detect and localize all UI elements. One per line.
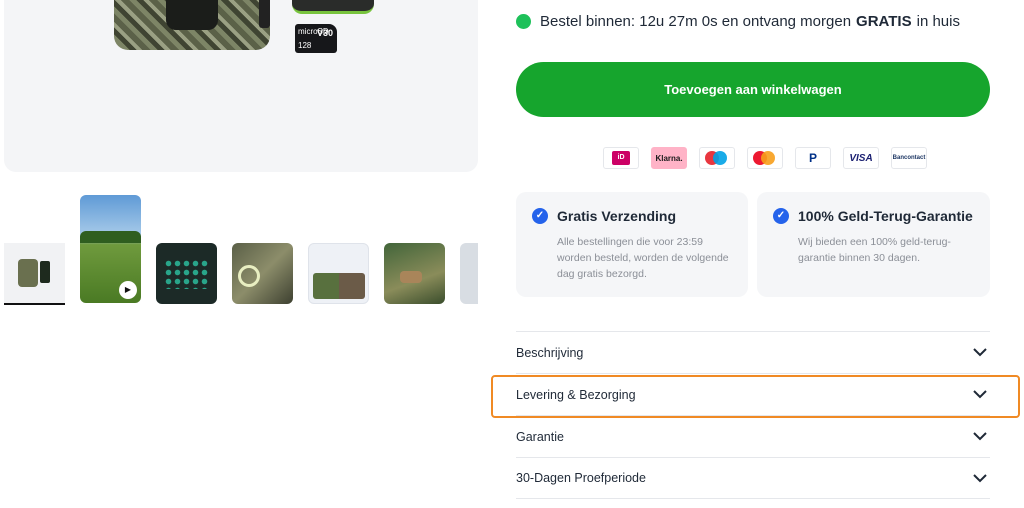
usp-text: Alle bestellingen die voor 23:59 worden …: [557, 236, 729, 280]
accordion-label: Garantie: [516, 429, 564, 444]
delivery-text-end: in huis: [916, 12, 960, 30]
thumbnail-7[interactable]: [460, 243, 478, 304]
thumbnail-1-selected[interactable]: [4, 243, 65, 305]
maestro-icon: [699, 147, 735, 169]
accordion-label: Levering & Bezorging: [516, 387, 636, 402]
paypal-icon: P: [795, 147, 831, 169]
product-main-image[interactable]: microSD V30 128: [4, 0, 478, 172]
photo-grid: [313, 273, 365, 299]
ring-graphic: [238, 265, 260, 287]
camera-side: [259, 0, 270, 28]
product-info-accordion: Beschrijving Levering & Bezorging Garant…: [516, 331, 990, 499]
accordion-label: 30-Dagen Proefperiode: [516, 471, 646, 485]
bancontact-icon: Bancontact: [891, 147, 927, 169]
thumbnail-3[interactable]: [156, 243, 217, 304]
check-circle-icon: ✓: [532, 208, 548, 224]
check-circle-icon: ✓: [773, 208, 789, 224]
sd-card-image: microSD V30 128: [295, 24, 337, 53]
phone-image: [292, 0, 374, 14]
accordion-delivery[interactable]: Levering & Bezorging: [516, 373, 990, 415]
accordion-trial-period[interactable]: 30-Dagen Proefperiode: [516, 457, 990, 499]
chevron-down-icon[interactable]: [972, 470, 988, 486]
camera-lens: [166, 0, 218, 30]
thumbnail-4[interactable]: [232, 243, 293, 304]
thumbnail-2-video[interactable]: ▶: [80, 195, 141, 303]
chevron-down-icon[interactable]: [972, 387, 988, 403]
accordion-description[interactable]: Beschrijving: [516, 331, 990, 373]
play-icon[interactable]: ▶: [119, 281, 137, 299]
sd-card-speed: V30: [316, 28, 333, 38]
delivery-text: Bestel binnen: 12u 27m 0s en ontvang mor…: [540, 12, 852, 30]
visa-icon: VISA: [843, 147, 879, 169]
delivery-free-label: GRATIS: [856, 12, 912, 30]
usp-money-back: ✓ 100% Geld-Terug-Garantie Wij bieden ee…: [757, 192, 990, 297]
trail-camera-image: [114, 0, 270, 50]
accordion-warranty[interactable]: Garantie: [516, 415, 990, 457]
payment-methods: iD Klarna. P VISA Bancontact: [603, 147, 927, 171]
mastercard-icon: [747, 147, 783, 169]
accordion-label: Beschrijving: [516, 345, 584, 360]
thumbnail-5[interactable]: [308, 243, 369, 304]
chevron-down-icon[interactable]: [972, 429, 988, 445]
delivery-countdown: Bestel binnen: 12u 27m 0s en ontvang mor…: [516, 9, 960, 33]
mini-camera: [18, 259, 38, 287]
ideal-label: iD: [612, 151, 630, 165]
mini-phone: [40, 261, 50, 283]
status-dot-icon: [516, 13, 531, 29]
klarna-icon: Klarna.: [651, 147, 687, 169]
usp-title: Gratis Verzending: [557, 208, 677, 224]
ideal-icon: iD: [603, 147, 639, 169]
usp-title: 100% Geld-Terug-Garantie: [798, 208, 973, 224]
add-to-cart-button[interactable]: Toevoegen aan winkelwagen: [516, 62, 990, 117]
thumbnail-6[interactable]: [384, 243, 445, 304]
chevron-down-icon[interactable]: [972, 345, 988, 361]
sd-card-size: 128: [298, 41, 312, 50]
usp-free-shipping: ✓ Gratis Verzending Alle bestellingen di…: [516, 192, 748, 297]
thumbnail-strip: ▶: [4, 195, 478, 310]
trees: [80, 231, 141, 243]
app-grid: [164, 259, 209, 289]
deer: [400, 271, 422, 283]
usp-text: Wij bieden een 100% geld-terug-garantie …: [798, 236, 951, 264]
